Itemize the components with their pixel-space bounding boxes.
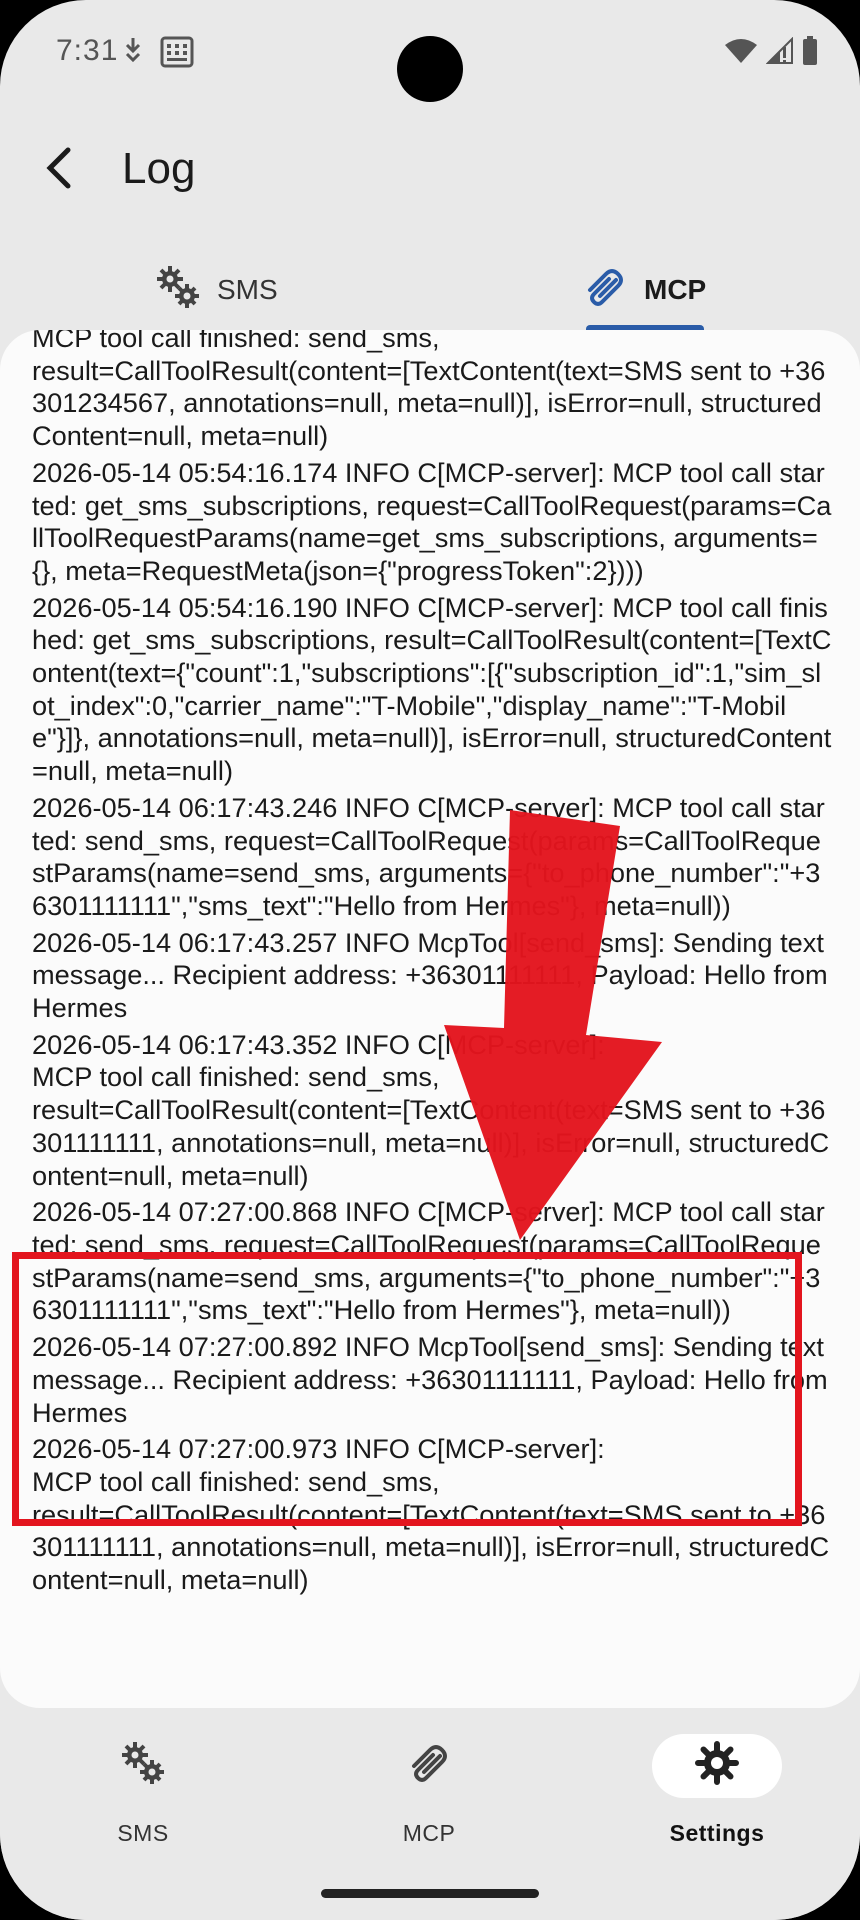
log-entry: 2026-05-14 05:54:16.190 INFO C[MCP-serve…	[32, 591, 832, 787]
battery-icon	[802, 36, 818, 71]
signal-icon	[765, 36, 794, 70]
status-icons	[724, 36, 818, 71]
log-entry: 2026-05-14 07:27:00.892 INFO McpTool[sen…	[32, 1331, 836, 1428]
wifi-icon	[724, 37, 758, 70]
sim-keyboard-icon	[160, 36, 194, 73]
log-entry: 2026-05-14 05:54:16.174 INFO C[MCP-serve…	[32, 456, 832, 586]
gears-icon	[155, 264, 201, 317]
tab-mcp-label: MCP	[644, 274, 707, 305]
nav-item-settings[interactable]: Settings	[632, 1734, 802, 1847]
nav-label-mcp: MCP	[402, 1820, 456, 1846]
log-list[interactable]: MCP tool call finished: send_sms, result…	[0, 330, 860, 1708]
nav-label-sms: SMS	[117, 1820, 169, 1846]
status-time: 7:31	[56, 34, 119, 67]
gear-icon	[632, 1738, 802, 1788]
back-button[interactable]	[38, 142, 78, 194]
nav-label-settings: Settings	[669, 1820, 765, 1846]
page-title: Log	[122, 144, 196, 193]
tab-sms[interactable]: SMS	[155, 250, 278, 330]
paperclip-icon	[582, 264, 628, 317]
front-camera	[397, 36, 463, 102]
log-entry: MCP tool call finished: send_sms, result…	[32, 330, 826, 452]
log-entry: 2026-05-14 06:17:43.352 INFO C[MCP-serve…	[32, 1028, 830, 1191]
data-sync-icon	[122, 36, 144, 71]
log-entry: 2026-05-14 06:17:43.246 INFO C[MCP-serve…	[32, 791, 825, 921]
log-entry: 2026-05-14 06:17:43.257 INFO McpTool[sen…	[32, 926, 836, 1024]
nav-item-mcp[interactable]: MCP	[344, 1738, 514, 1847]
log-scroll-content: MCP tool call finished: send_sms, result…	[32, 330, 832, 1601]
nav-item-sms[interactable]: SMS	[58, 1738, 228, 1847]
arrow-back-icon	[46, 147, 71, 189]
tab-sms-label: SMS	[217, 274, 278, 305]
status-bar: 7:31	[0, 0, 860, 110]
log-entry: 2026-05-14 07:27:00.973 INFO C[MCP-serve…	[32, 1433, 830, 1596]
log-entry: 2026-05-14 07:27:00.868 INFO C[MCP-serve…	[32, 1196, 825, 1326]
tab-mcp[interactable]: MCP	[582, 250, 706, 330]
paperclip-icon	[344, 1738, 514, 1788]
phone-screen: 7:31 Log SMS MCP MCP tool call finished:…	[0, 0, 860, 1920]
home-indicator[interactable]	[321, 1889, 539, 1898]
gears-icon	[58, 1738, 228, 1788]
